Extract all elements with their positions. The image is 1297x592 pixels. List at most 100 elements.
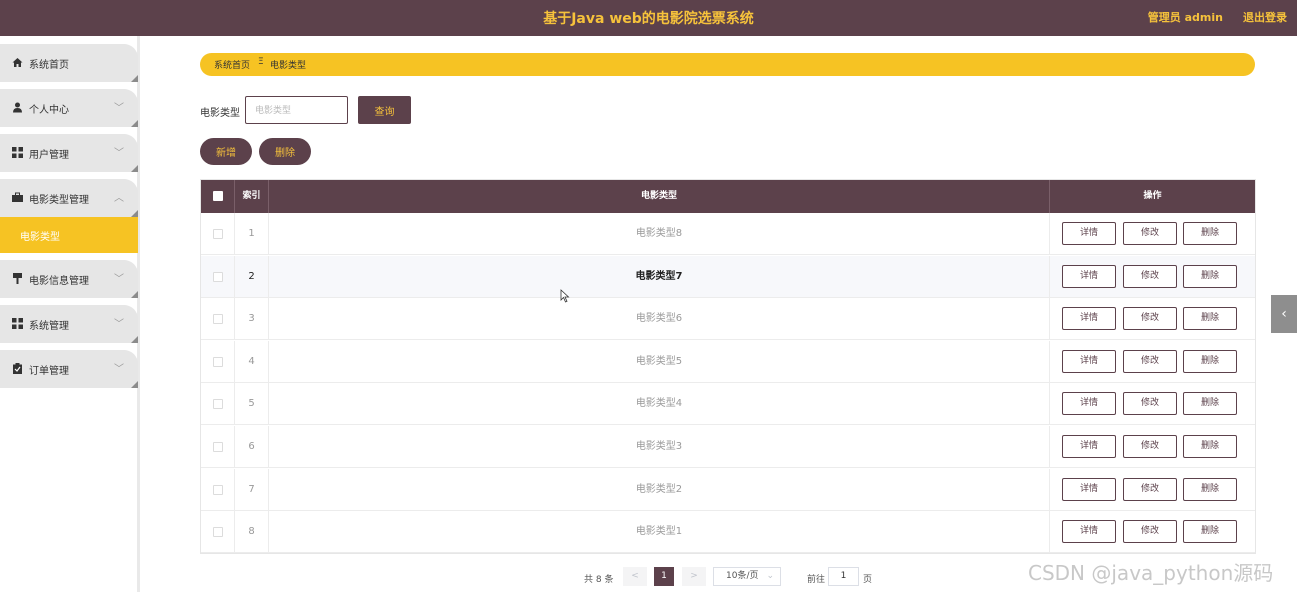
sidebar-item-label: 用户管理	[29, 150, 69, 161]
chevron-down-icon: ﹀	[114, 274, 124, 285]
collapse-panel-button[interactable]: ‹	[1271, 295, 1297, 333]
sidebar-item-movie-info-management[interactable]: 电影信息管理 ﹀	[0, 260, 138, 298]
sidebar-subitem-movie-type[interactable]: 电影类型	[0, 217, 138, 253]
table-row: 1 电影类型8 详情 修改 删除	[201, 213, 1255, 255]
row-checkbox[interactable]	[213, 229, 223, 239]
sidebar-item-user-management[interactable]: 用户管理 ﹀	[0, 134, 138, 172]
pagination-goto-input[interactable]: 1	[828, 567, 859, 586]
row-edit-button[interactable]: 修改	[1123, 264, 1177, 288]
row-checkbox[interactable]	[213, 314, 223, 325]
row-select-cell	[201, 383, 235, 426]
batch-delete-button[interactable]: 删除	[259, 138, 311, 165]
app-title: 基于Java web的电影院选票系统	[543, 11, 754, 27]
sidebar-item-movie-type-management[interactable]: 电影类型管理 ︿	[0, 179, 138, 217]
row-checkbox[interactable]	[213, 527, 223, 538]
row-edit-button[interactable]: 修改	[1123, 435, 1177, 458]
sidebar-item-order-management[interactable]: 订单管理 ﹀	[0, 350, 138, 388]
pagination-next-button[interactable]: >	[682, 567, 706, 586]
row-checkbox[interactable]	[213, 356, 223, 367]
row-detail-button[interactable]: 详情	[1062, 520, 1116, 544]
row-select-cell	[201, 426, 235, 468]
search-input[interactable]	[245, 96, 348, 124]
row-detail-button[interactable]: 详情	[1062, 435, 1116, 458]
row-operations: 详情 修改 删除	[1050, 298, 1255, 340]
row-movie-type: 电影类型6	[269, 298, 1050, 341]
pagination-goto-label: 前往	[807, 575, 826, 585]
breadcrumb-home[interactable]: 系统首页	[214, 58, 250, 71]
home-icon	[12, 58, 23, 67]
pagination-page-1[interactable]: 1	[654, 567, 674, 586]
chevron-down-icon: ⌄	[766, 571, 774, 581]
sidebar-item-home[interactable]: 系统首页	[0, 44, 138, 82]
row-index: 5	[235, 383, 269, 426]
row-checkbox[interactable]	[213, 442, 223, 452]
sidebar-item-label: 电影类型管理	[29, 195, 89, 206]
breadcrumb-separator: Ξ	[258, 57, 264, 67]
table-row: 5 电影类型4 详情 修改 删除	[201, 383, 1255, 426]
row-select-cell	[201, 511, 235, 554]
header-index: 索引	[235, 180, 269, 213]
row-checkbox[interactable]	[213, 271, 223, 282]
row-edit-button[interactable]: 修改	[1123, 349, 1177, 373]
sidebar: 系统首页 个人中心 ﹀ 用户管理 ﹀ 电影类型管理 ︿ 电影类型 电影信息管理 …	[0, 36, 140, 592]
chevron-down-icon: ﹀	[114, 148, 124, 159]
pagination-prev-button[interactable]: <	[623, 567, 647, 586]
row-index: 1	[235, 213, 269, 255]
row-delete-button[interactable]: 删除	[1183, 520, 1237, 544]
row-edit-button[interactable]: 修改	[1123, 222, 1177, 245]
row-detail-button[interactable]: 详情	[1062, 264, 1116, 288]
pagination-page-suffix: 页	[863, 575, 873, 585]
row-index: 8	[235, 511, 269, 554]
header-operations: 操作	[1143, 191, 1162, 201]
sidebar-subitem-label: 电影类型	[20, 232, 60, 243]
chevron-down-icon: ﹀	[114, 364, 124, 375]
logout-button[interactable]: 退出登录	[1243, 9, 1287, 25]
row-operations: 详情 修改 删除	[1050, 469, 1255, 511]
table-row: 6 电影类型3 详情 修改 删除	[201, 426, 1255, 468]
row-delete-button[interactable]: 删除	[1183, 349, 1237, 373]
sidebar-item-label: 订单管理	[29, 366, 69, 377]
sidebar-item-system-management[interactable]: 系统管理 ﹀	[0, 305, 138, 343]
row-checkbox[interactable]	[213, 484, 223, 495]
grid-icon	[12, 147, 23, 158]
row-movie-type: 电影类型8	[269, 213, 1050, 255]
mouse-cursor-icon	[560, 289, 570, 303]
row-delete-button[interactable]: 删除	[1183, 307, 1237, 331]
row-detail-button[interactable]: 详情	[1062, 392, 1116, 416]
row-detail-button[interactable]: 详情	[1062, 349, 1116, 373]
row-checkbox[interactable]	[213, 399, 223, 410]
row-delete-button[interactable]: 删除	[1183, 222, 1237, 245]
row-movie-type: 电影类型1	[269, 511, 1050, 554]
add-button[interactable]: 新增	[200, 138, 252, 165]
row-edit-button[interactable]: 修改	[1123, 520, 1177, 544]
page-size-select[interactable]: 10条/页 ⌄	[713, 567, 781, 586]
table-header: 索引 电影类型 操作	[201, 180, 1255, 213]
row-movie-type: 电影类型3	[269, 426, 1050, 468]
search-button[interactable]: 查询	[358, 96, 411, 124]
row-select-cell	[201, 298, 235, 341]
table-row: 2 电影类型7 详情 修改 删除	[201, 255, 1255, 298]
row-detail-button[interactable]: 详情	[1062, 477, 1116, 501]
row-delete-button[interactable]: 删除	[1183, 392, 1237, 416]
table-row: 4 电影类型5 详情 修改 删除	[201, 340, 1255, 383]
briefcase-icon	[12, 192, 23, 202]
row-edit-button[interactable]: 修改	[1123, 392, 1177, 416]
row-index: 3	[235, 298, 269, 341]
watermark: CSDN @java_python源码	[1028, 561, 1274, 585]
sidebar-item-personal-center[interactable]: 个人中心 ﹀	[0, 89, 138, 127]
table-row: 3 电影类型6 详情 修改 删除	[201, 298, 1255, 341]
row-movie-type: 电影类型5	[269, 340, 1050, 383]
row-operations: 详情 修改 删除	[1050, 213, 1255, 255]
row-edit-button[interactable]: 修改	[1123, 477, 1177, 501]
chevron-down-icon: ﹀	[114, 103, 124, 114]
select-all-checkbox[interactable]	[213, 191, 223, 201]
table-row: 8 电影类型1 详情 修改 删除	[201, 511, 1255, 554]
row-delete-button[interactable]: 删除	[1183, 264, 1237, 288]
row-detail-button[interactable]: 详情	[1062, 307, 1116, 331]
row-delete-button[interactable]: 删除	[1183, 477, 1237, 501]
row-index: 7	[235, 468, 269, 511]
row-detail-button[interactable]: 详情	[1062, 222, 1116, 245]
sidebar-item-label: 系统首页	[29, 60, 69, 71]
row-delete-button[interactable]: 删除	[1183, 435, 1237, 458]
row-edit-button[interactable]: 修改	[1123, 307, 1177, 331]
